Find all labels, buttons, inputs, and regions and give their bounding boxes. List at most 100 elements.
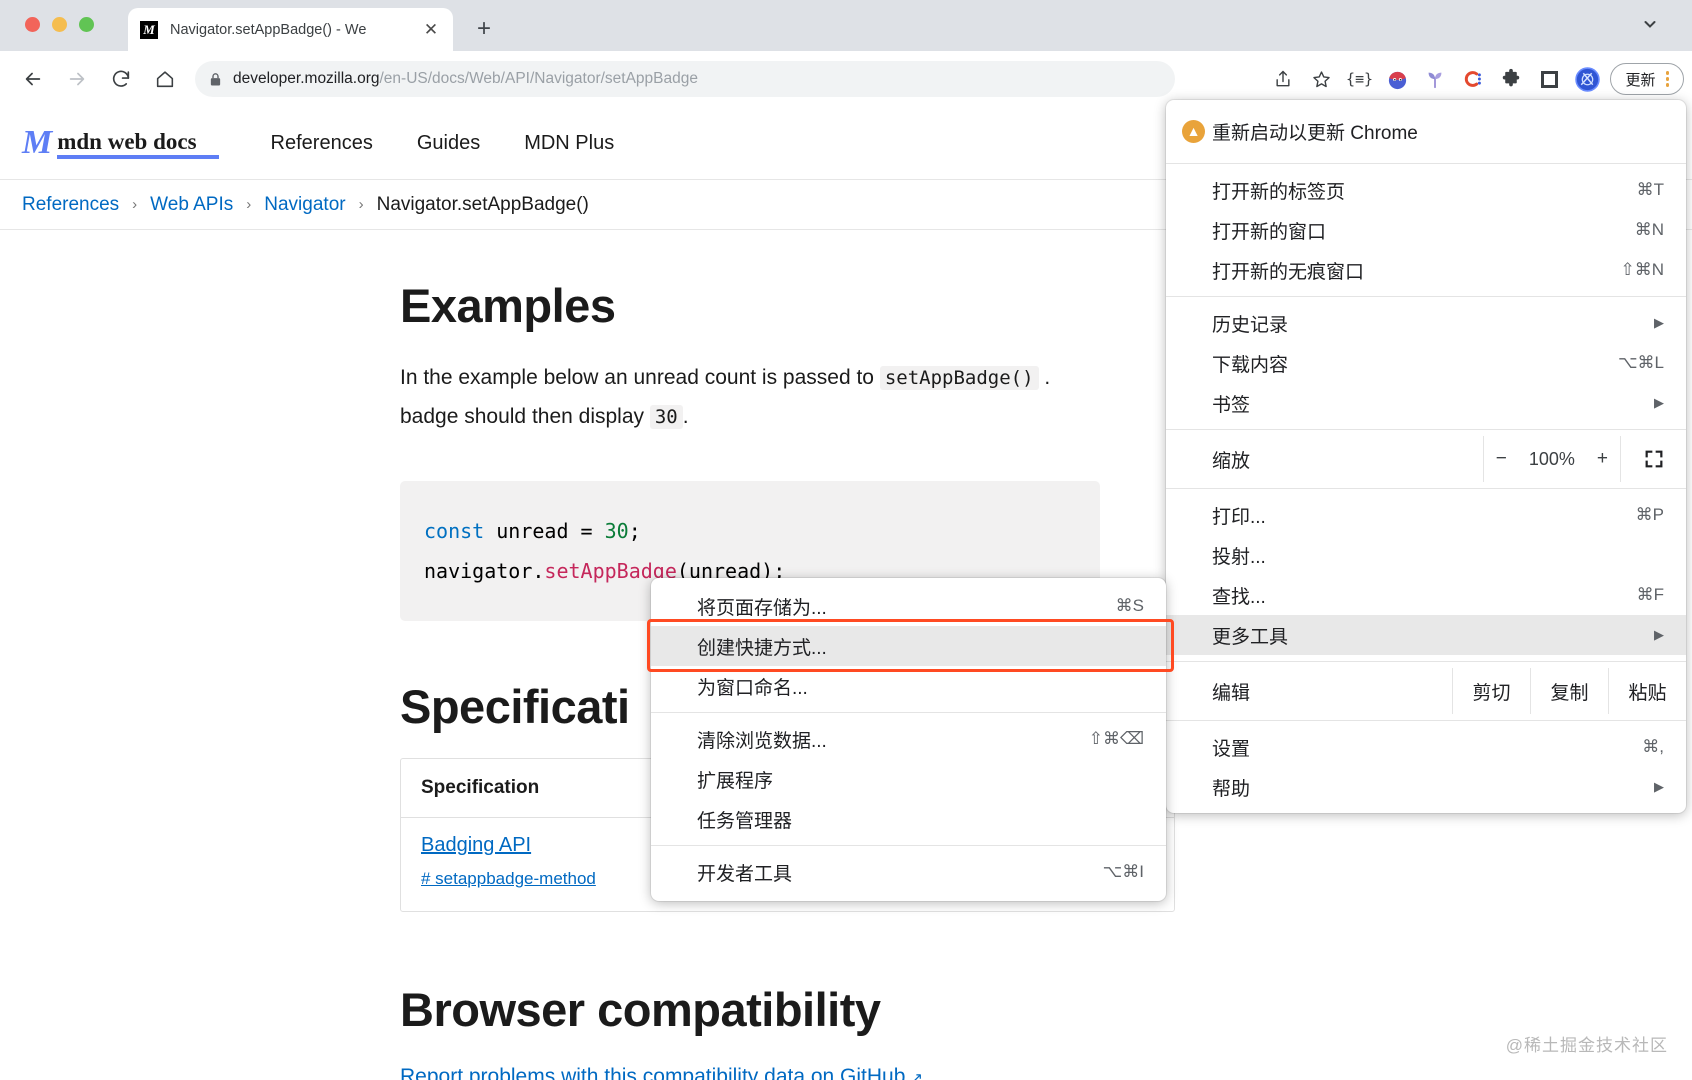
- mdn-logo[interactable]: M mdn web docs: [22, 127, 219, 159]
- nav-item-references[interactable]: References: [271, 132, 373, 155]
- submenu-item-task-manager[interactable]: 任务管理器: [651, 799, 1166, 839]
- zoom-label: 缩放: [1166, 446, 1483, 473]
- extension-braces-icon[interactable]: {≡}: [1340, 60, 1378, 98]
- copy-button[interactable]: 复制: [1530, 668, 1608, 714]
- submenu-item-name-window[interactable]: 为窗口命名...: [651, 666, 1166, 706]
- menu-item-new-window[interactable]: 打开新的窗口 ⌘N: [1166, 210, 1686, 250]
- minimize-window-button[interactable]: [52, 17, 67, 32]
- chevron-right-icon: ▶: [1654, 315, 1664, 331]
- url-path: /en-US/docs/Web/API/Navigator/setAppBadg…: [379, 70, 698, 87]
- chevron-right-icon: ▶: [1654, 779, 1664, 795]
- fullscreen-icon[interactable]: [1620, 436, 1686, 482]
- tab-title: Navigator.setAppBadge() - We: [170, 22, 421, 38]
- menu-item-shortcut: ⌘T: [1637, 180, 1664, 200]
- mdn-main-nav: References Guides MDN Plus: [271, 132, 615, 155]
- submenu-item-extensions[interactable]: 扩展程序: [651, 759, 1166, 799]
- submenu-item-developer-tools[interactable]: 开发者工具 ⌥⌘I: [651, 852, 1166, 892]
- menu-item-shortcut: ⌥⌘L: [1618, 353, 1664, 373]
- inline-code-thirty: 30: [650, 405, 683, 429]
- maximize-window-button[interactable]: [79, 17, 94, 32]
- chevron-right-icon: ▶: [1654, 627, 1664, 643]
- submenu-item-label: 清除浏览数据...: [697, 726, 1089, 753]
- submenu-item-clear-browsing-data[interactable]: 清除浏览数据... ⇧⌘⌫: [651, 719, 1166, 759]
- breadcrumb-item-web-apis[interactable]: Web APIs: [150, 194, 233, 216]
- submenu-item-label: 为窗口命名...: [697, 673, 1144, 700]
- breadcrumb-separator: ›: [359, 196, 364, 213]
- mdn-favicon: M: [140, 21, 158, 39]
- menu-item-bookmarks[interactable]: 书签 ▶: [1166, 383, 1686, 423]
- menu-item-print[interactable]: 打印... ⌘P: [1166, 495, 1686, 535]
- code-line1-rest: unread =: [484, 519, 604, 543]
- breadcrumb-item-navigator[interactable]: Navigator: [264, 194, 345, 216]
- menu-item-restart-to-update[interactable]: ▲ 重新启动以更新 Chrome: [1166, 105, 1686, 157]
- close-window-button[interactable]: [25, 17, 40, 32]
- menu-item-label: 查找...: [1212, 582, 1637, 609]
- menu-item-label: 打印...: [1212, 502, 1636, 529]
- menu-row-edit: 编辑 剪切 复制 粘贴: [1166, 668, 1686, 714]
- inline-code-setappbadge: setAppBadge(): [880, 366, 1039, 390]
- zoom-out-button[interactable]: −: [1496, 448, 1507, 470]
- report-problems-link[interactable]: Report problems with this compatibility …: [400, 1065, 1692, 1080]
- update-button-label: 更新: [1625, 69, 1655, 90]
- update-button[interactable]: 更新: [1610, 63, 1684, 95]
- menu-item-shortcut: ⇧⌘N: [1620, 260, 1664, 280]
- share-icon[interactable]: [1264, 60, 1302, 98]
- menu-item-cast[interactable]: 投射...: [1166, 535, 1686, 575]
- menu-divider: [1166, 296, 1686, 297]
- nav-item-mdn-plus[interactable]: MDN Plus: [524, 132, 614, 155]
- chevron-down-icon[interactable]: [1642, 16, 1668, 42]
- menu-divider: [1166, 488, 1686, 489]
- menu-item-shortcut: ⌘,: [1642, 737, 1664, 757]
- home-icon[interactable]: [148, 62, 182, 96]
- report-link-label: Report problems with this compatibility …: [400, 1065, 905, 1080]
- menu-item-label: 书签: [1212, 390, 1654, 417]
- menu-item-help[interactable]: 帮助 ▶: [1166, 767, 1686, 807]
- menu-item-new-incognito-window[interactable]: 打开新的无痕窗口 ⇧⌘N: [1166, 250, 1686, 290]
- browser-window: M Navigator.setAppBadge() - We ✕ + devel…: [0, 0, 1692, 1080]
- arrow-right-icon[interactable]: [60, 62, 94, 96]
- submenu-item-save-page-as[interactable]: 将页面存储为... ⌘S: [651, 586, 1166, 626]
- bookmark-star-icon[interactable]: [1302, 60, 1340, 98]
- extension-bird-icon[interactable]: [1378, 60, 1416, 98]
- menu-divider: [1166, 661, 1686, 662]
- menu-item-new-tab[interactable]: 打开新的标签页 ⌘T: [1166, 170, 1686, 210]
- window-controls: [25, 17, 94, 32]
- new-tab-button[interactable]: +: [470, 16, 498, 44]
- more-tools-submenu: 将页面存储为... ⌘S 创建快捷方式... 为窗口命名... 清除浏览数据..…: [651, 578, 1166, 901]
- menu-item-settings[interactable]: 设置 ⌘,: [1166, 727, 1686, 767]
- cut-button[interactable]: 剪切: [1452, 668, 1530, 714]
- breadcrumb-item-references[interactable]: References: [22, 194, 119, 216]
- extension-c-icon[interactable]: [1454, 60, 1492, 98]
- close-icon[interactable]: ✕: [421, 20, 441, 40]
- menu-item-more-tools[interactable]: 更多工具 ▶: [1166, 615, 1686, 655]
- extensions-puzzle-icon[interactable]: [1492, 60, 1530, 98]
- menu-row-zoom: 缩放 − 100% +: [1166, 436, 1686, 482]
- menu-item-find[interactable]: 查找... ⌘F: [1166, 575, 1686, 615]
- submenu-item-create-shortcut[interactable]: 创建快捷方式...: [651, 626, 1166, 666]
- nav-item-guides[interactable]: Guides: [417, 132, 480, 155]
- menu-item-label: 投射...: [1212, 542, 1664, 569]
- profile-avatar-icon[interactable]: [1568, 60, 1606, 98]
- browser-tab[interactable]: M Navigator.setAppBadge() - We ✕: [128, 8, 453, 51]
- submenu-item-shortcut: ⌘S: [1116, 596, 1144, 616]
- reload-icon[interactable]: [104, 62, 138, 96]
- submenu-item-shortcut: ⇧⌘⌫: [1089, 729, 1144, 749]
- paragraph-text-2: .: [1039, 366, 1051, 389]
- menu-item-history[interactable]: 历史记录 ▶: [1166, 303, 1686, 343]
- submenu-item-label: 创建快捷方式...: [697, 633, 1144, 660]
- code-keyword-const: const: [424, 519, 484, 543]
- arrow-left-icon[interactable]: [16, 62, 50, 96]
- address-bar[interactable]: developer.mozilla.org/en-US/docs/Web/API…: [195, 61, 1175, 97]
- extension-sprout-icon[interactable]: [1416, 60, 1454, 98]
- paste-button[interactable]: 粘贴: [1608, 668, 1686, 714]
- menu-item-downloads[interactable]: 下载内容 ⌥⌘L: [1166, 343, 1686, 383]
- zoom-in-button[interactable]: +: [1597, 448, 1608, 470]
- side-panel-icon[interactable]: [1530, 60, 1568, 98]
- paragraph-text-4: .: [683, 405, 689, 428]
- submenu-item-label: 将页面存储为...: [697, 593, 1116, 620]
- menu-item-label: 更多工具: [1212, 622, 1654, 649]
- menu-item-shortcut: ⌘F: [1637, 585, 1664, 605]
- breadcrumb-separator: ›: [246, 196, 251, 213]
- three-dots-icon[interactable]: [1658, 71, 1678, 87]
- paragraph-text-1: In the example below an unread count is …: [400, 366, 880, 389]
